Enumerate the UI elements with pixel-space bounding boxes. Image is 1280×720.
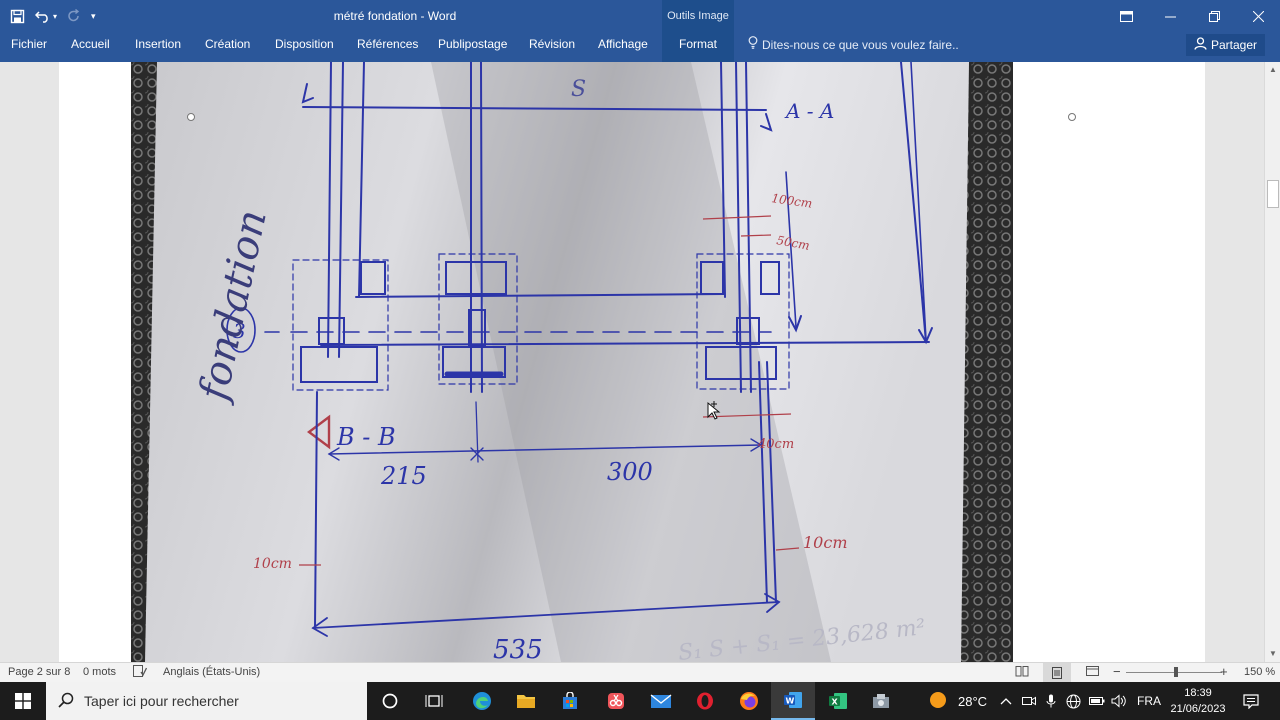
restore-icon[interactable]	[1192, 0, 1236, 32]
windows-taskbar: Taper ici pour rechercher W X 28°C FRA 1…	[0, 682, 1280, 720]
zoom-slider-thumb[interactable]	[1174, 667, 1178, 677]
search-icon	[58, 692, 74, 711]
vertical-scrollbar[interactable]: ▲ ▼	[1264, 62, 1280, 662]
language-indicator[interactable]: Anglais (États-Unis)	[163, 666, 260, 678]
context-group-label: Outils Image	[662, 0, 734, 32]
person-icon	[1194, 37, 1207, 53]
windows-start-icon[interactable]	[0, 682, 46, 720]
svg-text:W: W	[786, 697, 795, 706]
microsoft-store-icon[interactable]	[548, 682, 592, 720]
dim-10cm-right-label: 10cm	[803, 533, 848, 552]
microphone-icon[interactable]	[1046, 682, 1056, 720]
word-count[interactable]: 0 mots	[83, 666, 116, 678]
tab-fichier[interactable]: Fichier	[11, 32, 47, 62]
drawing-svg: A - A B - B 3 fondation S 100cm 50cm 215…	[131, 62, 1013, 662]
task-view-icon[interactable]	[412, 682, 456, 720]
share-button[interactable]: Partager	[1185, 34, 1265, 56]
tell-me-text: Dites-nous ce que vous voulez faire..	[762, 37, 959, 52]
foundation-drawing-photo[interactable]: A - A B - B 3 fondation S 100cm 50cm 215…	[131, 62, 1013, 662]
read-mode-icon[interactable]	[1015, 665, 1029, 680]
scroll-up-icon[interactable]: ▲	[1265, 63, 1280, 77]
firefox-icon[interactable]	[727, 682, 771, 720]
image-resize-handle-left[interactable]	[187, 113, 195, 121]
show-hidden-icons-icon[interactable]	[1000, 682, 1012, 720]
tab-accueil[interactable]: Accueil	[71, 32, 110, 62]
zoom-in-button[interactable]: +	[1220, 664, 1228, 679]
battery-icon[interactable]	[1089, 682, 1105, 720]
taskbar-search-box[interactable]: Taper ici pour rechercher	[46, 682, 367, 720]
clock[interactable]: 18:39 21/06/2023	[1166, 685, 1230, 717]
page-count[interactable]: Page 2 sur 8	[8, 666, 70, 678]
svg-text:X: X	[832, 698, 839, 707]
tell-me-box[interactable]: Dites-nous ce que vous voulez faire..	[748, 32, 959, 62]
cortana-icon[interactable]	[368, 682, 412, 720]
dim-215-label: 215	[380, 462, 427, 490]
clock-time: 18:39	[1184, 687, 1212, 699]
lightbulb-icon	[748, 33, 758, 57]
tab-affichage[interactable]: Affichage	[598, 32, 648, 62]
weather-temp: 28°C	[958, 693, 988, 709]
mail-icon[interactable]	[639, 682, 683, 720]
ribbon-display-options-icon[interactable]	[1104, 0, 1148, 32]
meet-now-icon[interactable]	[1022, 682, 1036, 720]
dim-10cm-left-label: 10cm	[253, 556, 292, 572]
input-language[interactable]: FRA	[1137, 682, 1161, 720]
volume-icon[interactable]	[1111, 682, 1127, 720]
scroll-down-icon[interactable]: ▼	[1265, 647, 1280, 661]
tab-format[interactable]: Format	[662, 32, 734, 62]
print-layout-icon[interactable]	[1043, 663, 1071, 682]
image-resize-handle-right[interactable]	[1068, 113, 1076, 121]
opera-icon[interactable]	[683, 682, 727, 720]
document-area[interactable]: A - A B - B 3 fondation S 100cm 50cm 215…	[0, 62, 1264, 662]
proofing-icon[interactable]	[133, 665, 148, 680]
tab-insertion[interactable]: Insertion	[135, 32, 181, 62]
dim-535-label: 535	[493, 635, 543, 662]
tab-creation[interactable]: Création	[205, 32, 250, 62]
section-a-label: A - A	[784, 99, 834, 123]
s-label: S	[571, 77, 586, 102]
edge-icon[interactable]	[460, 682, 504, 720]
status-bar: Page 2 sur 8 0 mots Anglais (États-Unis)…	[0, 662, 1280, 682]
ribbon-tabs: Fichier Accueil Insertion Création Dispo…	[0, 32, 1280, 62]
web-layout-icon[interactable]	[1086, 665, 1100, 680]
scroll-thumb[interactable]	[1267, 180, 1279, 208]
search-placeholder: Taper ici pour rechercher	[84, 693, 239, 709]
file-explorer-icon[interactable]	[504, 682, 548, 720]
zoom-level[interactable]: 150 %	[1244, 666, 1275, 678]
share-label: Partager	[1210, 38, 1257, 52]
dim-40cm-label: 40cm	[757, 437, 794, 452]
move-cursor-icon	[704, 400, 724, 425]
tab-references[interactable]: Références	[357, 32, 418, 62]
network-icon[interactable]	[1066, 682, 1081, 720]
app-taskbar-icon[interactable]	[859, 682, 903, 720]
tab-revision[interactable]: Révision	[529, 32, 575, 62]
word-taskbar-icon[interactable]: W	[771, 682, 815, 720]
tab-publipostage[interactable]: Publipostage	[438, 32, 507, 62]
sun-icon	[928, 690, 948, 713]
word-window: ▾ ▾ métré fondation - Word Outils Image …	[0, 0, 1280, 720]
title-bar: ▾ ▾ métré fondation - Word Outils Image	[0, 0, 1280, 32]
snipping-tool-icon[interactable]	[594, 682, 638, 720]
tab-disposition[interactable]: Disposition	[275, 32, 334, 62]
minimize-icon[interactable]	[1148, 0, 1192, 32]
close-icon[interactable]	[1236, 0, 1280, 32]
dim-300-label: 300	[607, 458, 653, 486]
excel-taskbar-icon[interactable]: X	[816, 682, 860, 720]
weather-widget[interactable]: 28°C	[928, 682, 987, 720]
section-b-label: B - B	[336, 423, 396, 451]
clock-date: 21/06/2023	[1170, 703, 1226, 715]
zoom-out-button[interactable]: −	[1113, 664, 1121, 679]
notifications-icon[interactable]	[1236, 682, 1266, 720]
window-controls	[1104, 0, 1280, 32]
